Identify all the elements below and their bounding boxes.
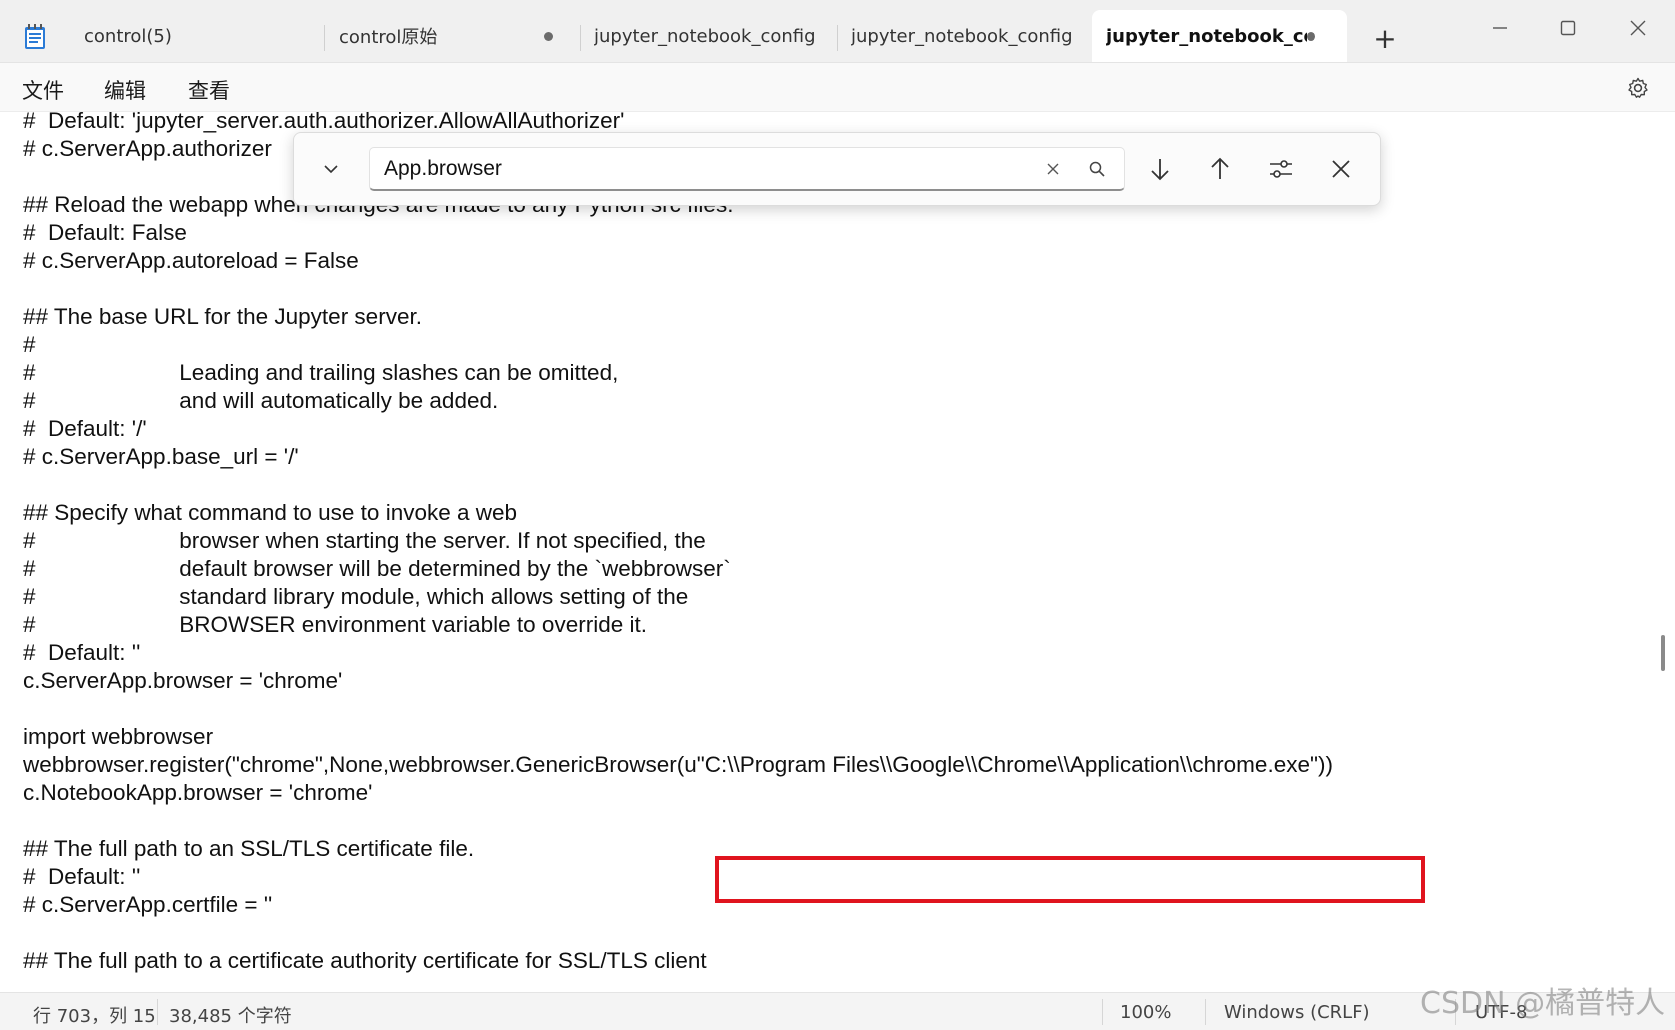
code-line: # c.ServerApp.base_url = '/' <box>23 444 299 469</box>
close-icon <box>1630 20 1646 36</box>
menu-view[interactable]: 查看 <box>188 75 230 105</box>
code-line: # Default: '/' <box>23 416 147 441</box>
cursor-position[interactable]: 行 703，列 15 <box>33 1002 156 1028</box>
code-line: # Default: '' <box>23 640 141 665</box>
notepad-app-icon <box>25 24 45 49</box>
settings-gear-icon[interactable] <box>1626 76 1650 100</box>
close-icon <box>1332 160 1350 178</box>
tab-control-5[interactable]: control(5) <box>70 10 320 62</box>
unsaved-dot-icon <box>1306 31 1315 41</box>
chevron-down-icon <box>324 165 338 174</box>
tab-label: jupyter_notebook_config <box>594 25 816 47</box>
options-sliders-icon <box>1270 160 1292 178</box>
find-previous-button[interactable] <box>1203 152 1237 186</box>
find-input[interactable] <box>369 147 1125 191</box>
code-line: webbrowser.register("chrome",None,webbro… <box>23 752 1333 777</box>
status-divider <box>1205 999 1206 1025</box>
title-bar: control(5) control原始 jupyter_notebook_co… <box>0 0 1675 63</box>
code-line: # and will automatically be added. <box>23 388 499 413</box>
arrow-down-icon <box>1151 159 1169 181</box>
status-divider <box>157 999 158 1025</box>
unsaved-dot-icon <box>544 31 553 41</box>
code-line: # browser when starting the server. If n… <box>23 528 706 553</box>
tab-label: control(5) <box>84 25 172 47</box>
menu-edit[interactable]: 编辑 <box>104 75 146 105</box>
code-line: # c.ServerApp.autoreload = False <box>23 248 359 273</box>
find-widget <box>293 132 1381 206</box>
code-line: # c.ServerApp.certfile = '' <box>23 892 273 917</box>
character-count: 38,485 个字符 <box>169 1006 292 1027</box>
toggle-replace-button[interactable] <box>314 152 348 186</box>
code-line: # default browser will be determined by … <box>23 556 731 581</box>
maximize-button[interactable] <box>1545 10 1591 46</box>
tab-control-original[interactable]: control原始 <box>325 10 575 62</box>
clear-icon <box>1047 163 1059 175</box>
code-line: import webbrowser <box>23 724 214 749</box>
code-line: # <box>23 332 36 357</box>
tab-label: jupyter_notebook_config <box>851 25 1073 47</box>
tab-label: jupyter_notebook_con <box>1106 25 1307 47</box>
tab-jupyter-config-active[interactable]: jupyter_notebook_con <box>1092 10 1347 62</box>
code-line: ## The full path to a certificate author… <box>23 948 707 973</box>
red-highlight-annotation <box>715 856 1425 903</box>
text-editor[interactable]: # Default: 'jupyter_server.auth.authoriz… <box>0 112 1660 992</box>
vertical-scrollbar-thumb[interactable] <box>1661 635 1665 671</box>
new-tab-button[interactable]: + <box>1370 24 1400 54</box>
clear-search-button[interactable] <box>1036 152 1070 186</box>
code-line: ## The base URL for the Jupyter server. <box>23 304 422 329</box>
watermark-text: CSDN @橘普特人 <box>1420 986 1666 1021</box>
code-line: ## The full path to an SSL/TLS certifica… <box>23 836 475 861</box>
zoom-level[interactable]: 100% <box>1120 1002 1171 1023</box>
arrow-up-icon <box>1211 157 1229 179</box>
search-button[interactable] <box>1080 152 1114 186</box>
maximize-icon <box>1560 20 1576 36</box>
code-line: # BROWSER environment variable to overri… <box>23 612 647 637</box>
menu-file[interactable]: 文件 <box>22 75 64 105</box>
code-line: c.NotebookApp.browser = 'chrome' <box>23 780 373 805</box>
menu-bar: 文件 编辑 查看 <box>0 63 1675 112</box>
code-line: c.ServerApp.browser = 'chrome' <box>23 668 343 693</box>
minimize-button[interactable] <box>1477 10 1523 46</box>
code-line: # c.ServerApp.authorizer <box>23 136 272 161</box>
close-find-button[interactable] <box>1324 152 1358 186</box>
code-line: # Leading and trailing slashes can be om… <box>23 360 619 385</box>
minimize-icon <box>1493 27 1507 29</box>
code-line: # standard library module, which allows … <box>23 584 689 609</box>
code-line: # Default: False <box>23 220 187 245</box>
search-icon <box>1089 161 1105 177</box>
find-options-button[interactable] <box>1264 152 1298 186</box>
code-line: ## Specify what command to use to invoke… <box>23 500 518 525</box>
line-ending[interactable]: Windows (CRLF) <box>1224 1002 1370 1023</box>
find-next-button[interactable] <box>1143 152 1177 186</box>
close-window-button[interactable] <box>1615 10 1661 46</box>
tab-jupyter-config-1[interactable]: jupyter_notebook_config <box>580 10 835 62</box>
tab-label: control原始 <box>339 27 438 48</box>
status-divider <box>1102 999 1103 1025</box>
code-line: # Default: '' <box>23 864 141 889</box>
tab-jupyter-config-2[interactable]: jupyter_notebook_config <box>837 10 1087 62</box>
